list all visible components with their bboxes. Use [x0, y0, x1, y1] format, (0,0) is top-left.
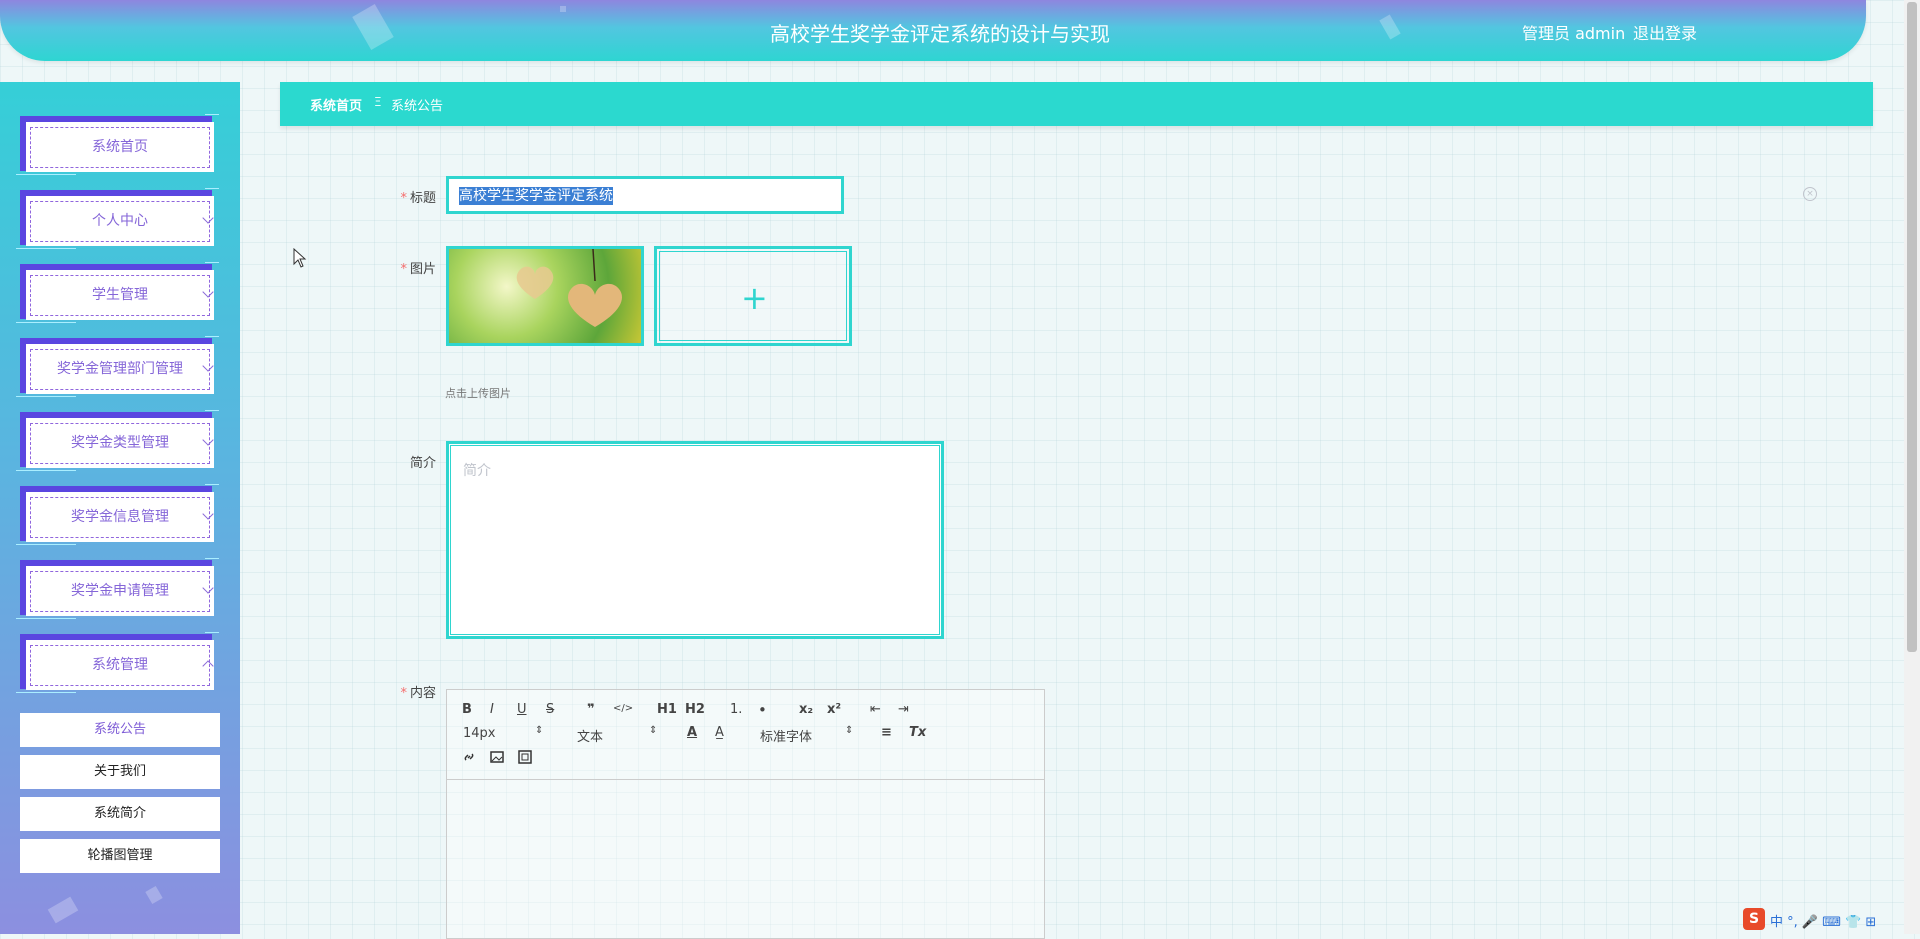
menu-deco-line — [205, 632, 219, 633]
menu-deco-line — [205, 114, 219, 115]
image-icon[interactable] — [490, 750, 504, 764]
sidebar-item-0[interactable]: 系统首页 — [16, 114, 219, 178]
outdent-button[interactable]: ⇤ — [870, 702, 881, 717]
sidebar-item-1[interactable]: 个人中心 — [16, 188, 219, 252]
code-block-button[interactable]: </> — [613, 703, 633, 714]
sidebar-item-7[interactable]: 系统管理 — [16, 632, 219, 696]
link-icon[interactable] — [462, 750, 476, 764]
plus-icon: + — [741, 279, 768, 317]
sidebar-item-4[interactable]: 奖学金类型管理 — [16, 410, 219, 474]
sidebar-subitem-announcement[interactable]: 系统公告 — [20, 713, 220, 747]
editor-toolbar: B I U S ❞ </> H1 H2 1. • x₂ x² ⇤ ⇥ 14px … — [447, 690, 1044, 780]
sidebar-item-label: 个人中心 — [92, 213, 148, 229]
font-family-arrows-icon: ⇕ — [845, 725, 854, 736]
menu-deco-line — [16, 396, 76, 397]
sidebar-item-label: 奖学金申请管理 — [71, 583, 169, 599]
sidebar-subitem-about[interactable]: 关于我们 — [20, 755, 220, 789]
uploaded-image-thumbnail[interactable] — [446, 246, 644, 346]
h2-button[interactable]: H2 — [685, 702, 705, 717]
scrollbar-thumb[interactable] — [1907, 2, 1917, 652]
sidebar-item-6[interactable]: 奖学金申请管理 — [16, 558, 219, 622]
sidebar-item-3[interactable]: 奖学金管理部门管理 — [16, 336, 219, 400]
desc-textarea[interactable]: 简介 — [446, 441, 944, 639]
italic-button[interactable]: I — [490, 702, 494, 717]
font-family-select[interactable]: 标准字体 — [760, 726, 812, 745]
sidebar-item-label: 奖学金信息管理 — [71, 509, 169, 525]
menu-deco-line — [205, 336, 219, 337]
current-user: 管理员 admin — [1522, 24, 1626, 43]
bold-button[interactable]: B — [462, 702, 472, 717]
sidebar-item-label: 奖学金类型管理 — [71, 435, 169, 451]
desc-placeholder: 简介 — [463, 463, 491, 479]
sidebar-item-label: 系统管理 — [92, 657, 148, 673]
content-label: * 内容 — [400, 686, 436, 701]
header-decoration — [560, 6, 566, 12]
indent-button[interactable]: ⇥ — [898, 702, 909, 717]
menu-deco-line — [205, 188, 219, 189]
bullet-list-button[interactable]: • — [758, 701, 767, 719]
upload-hint: 点击上传图片 — [445, 387, 511, 400]
sidebar-subitem-carousel[interactable]: 轮播图管理 — [20, 839, 220, 873]
menu-deco-line — [205, 484, 219, 485]
h1-button[interactable]: H1 — [657, 702, 677, 717]
clear-format-button[interactable]: Tx — [909, 725, 926, 740]
logout-link[interactable]: 退出登录 — [1633, 20, 1697, 44]
menu-deco-line — [16, 692, 76, 693]
desc-inner — [450, 445, 940, 635]
ime-toolbar[interactable]: S 中 °, 🎤 ⌨ 👕 ⊞ — [1743, 908, 1903, 932]
mouse-cursor-icon — [293, 248, 307, 268]
sidebar-item-5[interactable]: 奖学金信息管理 — [16, 484, 219, 548]
breadcrumb-home[interactable]: 系统首页 — [310, 95, 362, 114]
page-scrollbar[interactable] — [1904, 0, 1920, 934]
desc-label: 简介 — [409, 456, 436, 471]
menu-deco-line — [205, 410, 219, 411]
superscript-button[interactable]: x² — [827, 702, 841, 717]
breadcrumb: 系统首页 Ξ 系统公告 — [280, 82, 1873, 126]
align-button[interactable]: ≡ — [881, 725, 892, 740]
font-size-select[interactable]: 14px — [463, 726, 496, 741]
menu-deco-line — [16, 470, 76, 471]
ordered-list-button[interactable]: 1. — [730, 702, 742, 717]
ime-status: 中 °, 🎤 ⌨ 👕 ⊞ — [1770, 915, 1877, 930]
sidebar-decoration — [145, 885, 163, 905]
sidebar-item-2[interactable]: 学生管理 — [16, 262, 219, 326]
top-header: 高校学生奖学金评定系统的设计与实现 管理员 admin 退出登录 — [0, 0, 1866, 61]
image-upload-box[interactable]: + — [654, 246, 852, 346]
clear-icon[interactable]: × — [1803, 187, 1817, 201]
subscript-button[interactable]: x₂ — [799, 702, 813, 717]
sidebar-item-label: 学生管理 — [92, 287, 148, 303]
sidebar-item-label: 系统首页 — [92, 139, 148, 155]
sidebar-decoration — [47, 896, 79, 924]
title-label: * 标题 — [400, 191, 436, 206]
menu-deco-line — [16, 544, 76, 545]
rich-text-editor: B I U S ❞ </> H1 H2 1. • x₂ x² ⇤ ⇥ 14px … — [446, 689, 1045, 939]
video-icon[interactable] — [518, 750, 532, 764]
text-color-button[interactable]: A — [687, 725, 697, 740]
breadcrumb-separator: Ξ — [374, 95, 382, 109]
menu-deco-line — [205, 558, 219, 559]
menu-deco-line — [16, 174, 76, 175]
header-select-arrows-icon: ⇕ — [649, 725, 658, 736]
menu-deco-line — [16, 322, 76, 323]
font-size-arrows-icon: ⇕ — [535, 725, 544, 736]
image-label: * 图片 — [400, 262, 436, 277]
sogou-logo-icon: S — [1743, 908, 1765, 930]
menu-deco-line — [16, 618, 76, 619]
title-input-value: 高校学生奖学金评定系统 — [459, 187, 613, 205]
blockquote-button[interactable]: ❞ — [587, 702, 595, 717]
breadcrumb-current: 系统公告 — [391, 99, 444, 114]
title-input[interactable]: 高校学生奖学金评定系统 — [446, 176, 844, 214]
menu-deco-line — [205, 262, 219, 263]
bg-color-button[interactable]: A̲ — [715, 725, 724, 740]
header-select[interactable]: 文本 — [577, 726, 603, 745]
underline-button[interactable]: U — [517, 702, 527, 717]
strike-button[interactable]: S — [546, 702, 554, 717]
menu-deco-line — [16, 248, 76, 249]
sidebar-item-label: 奖学金管理部门管理 — [57, 361, 183, 377]
hearts-image — [516, 249, 622, 327]
sidebar-subitem-intro[interactable]: 系统简介 — [20, 797, 220, 831]
